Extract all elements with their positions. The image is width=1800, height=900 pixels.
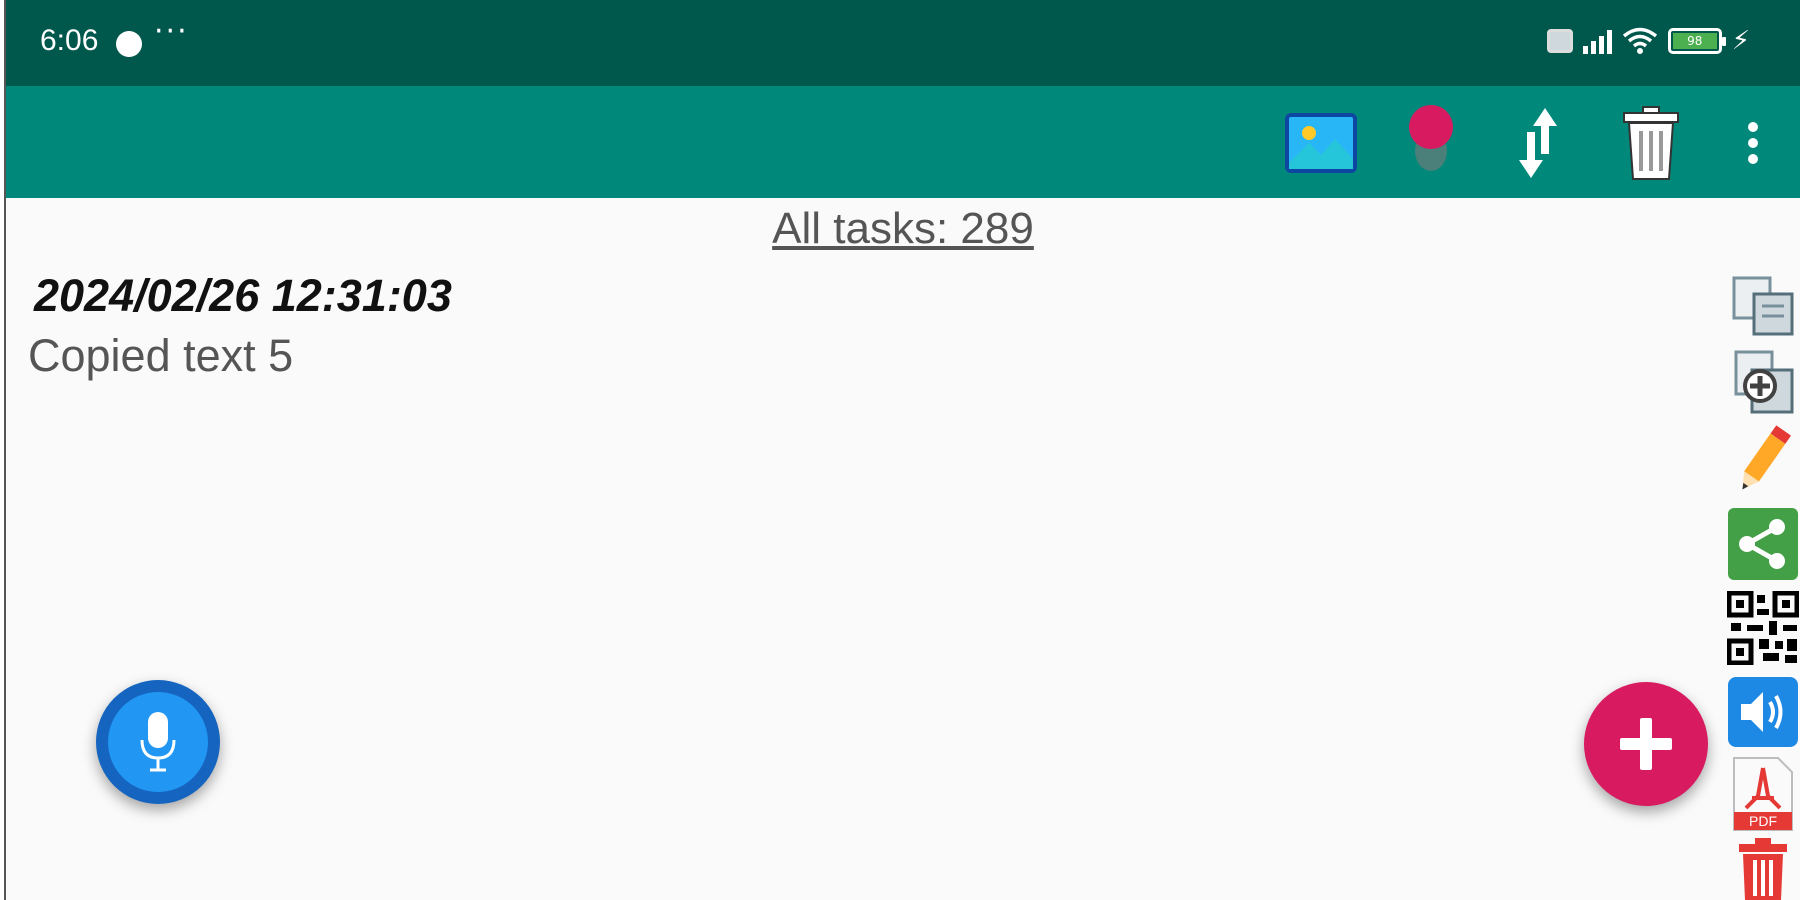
task-text[interactable]: Copied text 5 xyxy=(28,330,293,382)
wifi-icon xyxy=(1622,27,1657,54)
pdf-icon[interactable]: PDF xyxy=(1726,756,1800,832)
pencil-icon[interactable] xyxy=(1726,422,1800,498)
status-bar: 6:06 ··· 98 ⚡ xyxy=(6,0,1800,86)
status-more: ··· xyxy=(154,14,189,49)
delete-icon[interactable] xyxy=(1726,834,1800,900)
image-icon[interactable] xyxy=(1276,98,1366,188)
battery-icon: 98 xyxy=(1667,28,1726,54)
plus-icon xyxy=(1620,718,1672,770)
status-indicators: 98 ⚡ xyxy=(1546,26,1750,56)
record-dot-icon[interactable] xyxy=(1386,98,1476,188)
battery-level: 98 xyxy=(1672,33,1717,49)
voice-input-button[interactable] xyxy=(96,680,220,804)
add-copy-icon[interactable] xyxy=(1726,344,1800,420)
status-time: 6:06 xyxy=(40,24,99,57)
svg-text:PDF: PDF xyxy=(1749,813,1777,829)
charging-icon: ⚡ xyxy=(1731,26,1750,56)
trash-icon[interactable] xyxy=(1606,98,1696,188)
speaker-icon[interactable] xyxy=(1726,674,1800,750)
left-edge xyxy=(0,0,6,900)
more-vert-icon[interactable] xyxy=(1708,98,1798,188)
signal-icon xyxy=(1582,28,1612,54)
copy-icon[interactable] xyxy=(1726,268,1800,344)
notification-dot-icon xyxy=(116,31,142,57)
app-frame: 6:06 ··· 98 ⚡ All tasks: 289 2024/02/26 … xyxy=(6,0,1800,900)
share-icon[interactable] xyxy=(1726,506,1800,582)
qr-code-icon[interactable] xyxy=(1726,590,1800,666)
all-tasks-counter[interactable]: All tasks: 289 xyxy=(6,204,1800,254)
sim-icon xyxy=(1546,29,1573,53)
app-toolbar xyxy=(6,86,1800,198)
add-task-button[interactable] xyxy=(1584,682,1708,806)
mic-icon xyxy=(108,692,208,792)
sort-icon[interactable] xyxy=(1493,98,1583,188)
task-date[interactable]: 2024/02/26 12:31:03 xyxy=(34,270,452,322)
